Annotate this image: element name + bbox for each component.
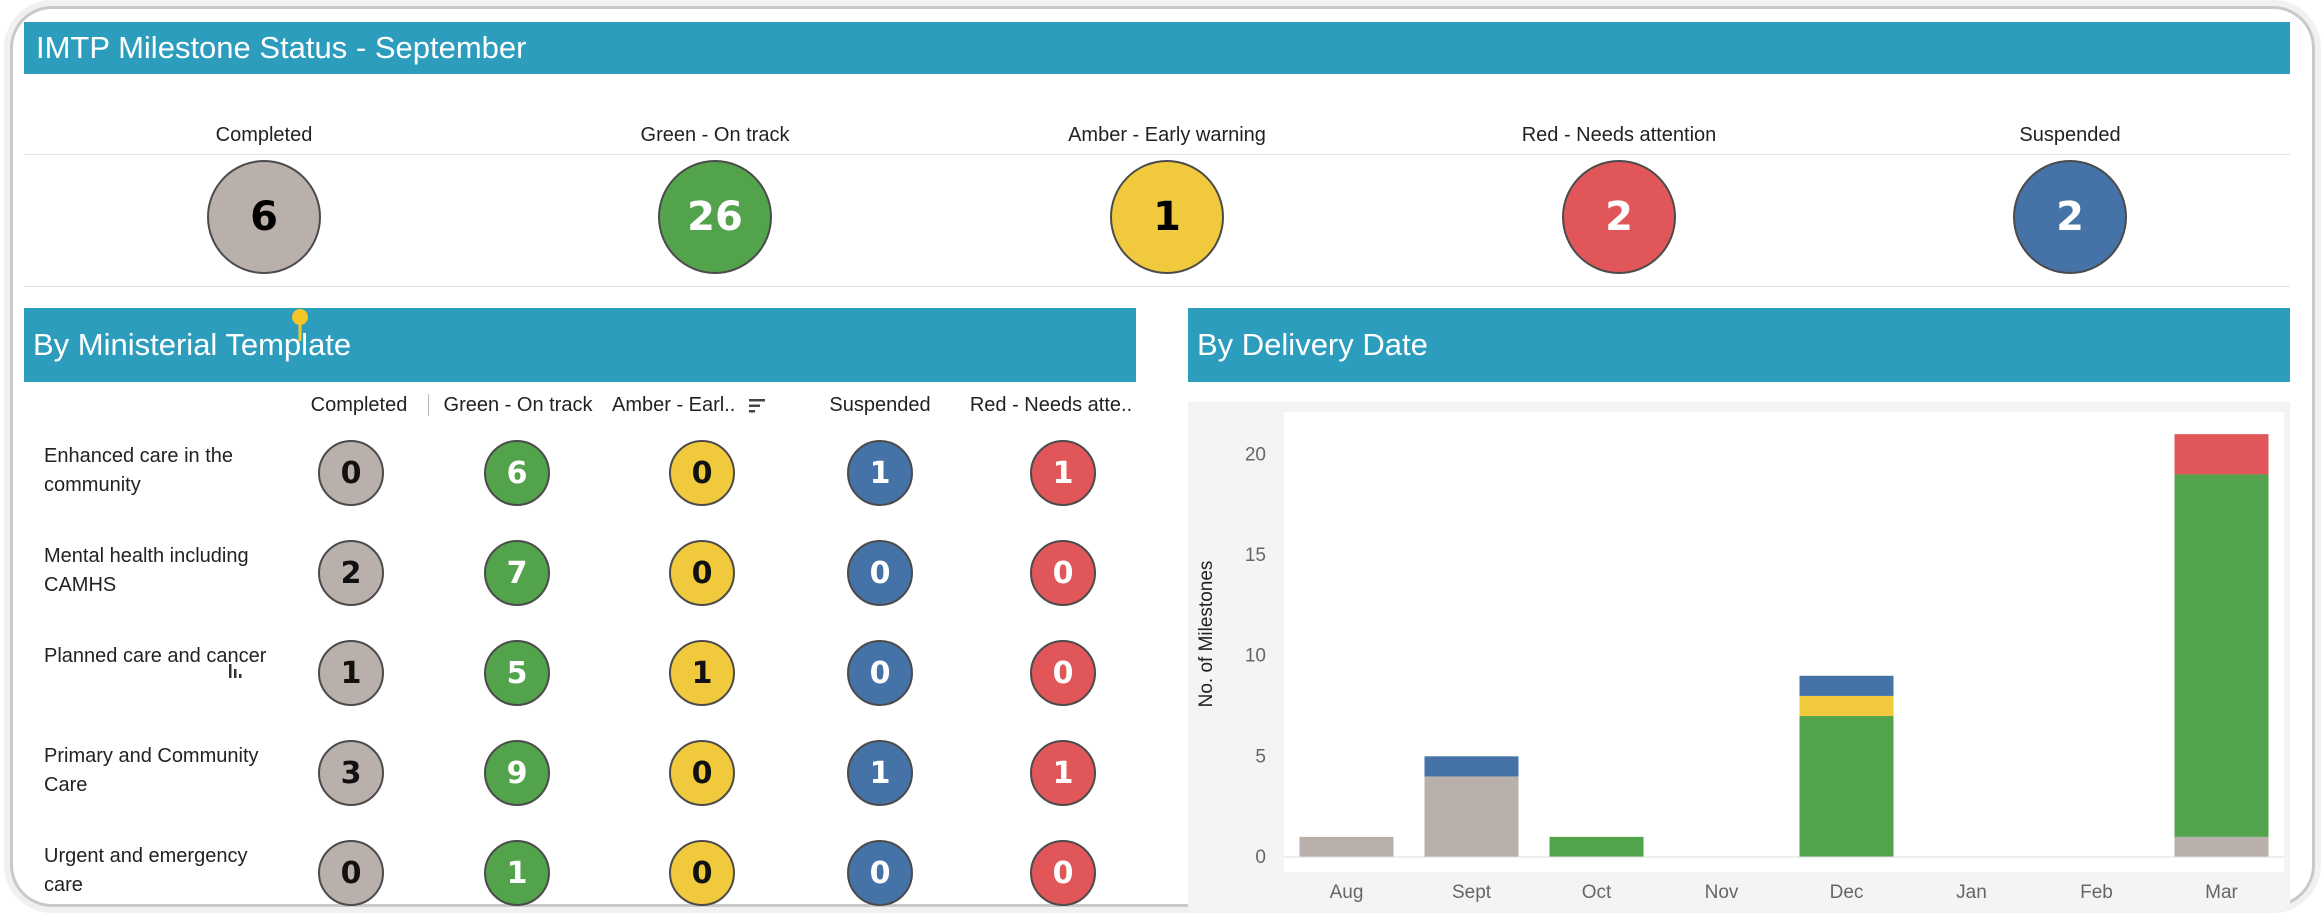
row-label-mental-health: Mental health including CAMHS bbox=[44, 545, 249, 596]
row-label-urgent-care: Urgent and emergency care bbox=[44, 845, 248, 896]
cell-completed[interactable]: 0 bbox=[318, 440, 384, 506]
kpi-amber[interactable]: Amber - Early warning 1 bbox=[1007, 118, 1327, 274]
cell-completed[interactable]: 2 bbox=[318, 540, 384, 606]
kpi-label: Green - On track bbox=[640, 124, 790, 146]
delivery-chart-svg: 0 5 10 15 20 Aug Sept Oct Nov Dec Jan Feb Mar No. o… bbox=[1196, 412, 2284, 903]
row-label-primary-care: Primary and Community Care bbox=[44, 745, 259, 796]
row-label-enhanced-care: Enhanced care in the community bbox=[44, 445, 234, 496]
cell-red[interactable]: 0 bbox=[1030, 840, 1096, 906]
y-tick-label: 5 bbox=[1255, 746, 1266, 767]
kpi-green[interactable]: Green - On track 26 bbox=[555, 118, 875, 274]
kpi-label: Red - Needs attention bbox=[1521, 124, 1717, 146]
cell-green[interactable]: 5 bbox=[484, 640, 550, 706]
bar-segment-sept[interactable] bbox=[1424, 756, 1519, 777]
cell-suspended[interactable]: 0 bbox=[847, 540, 913, 606]
sort-icon[interactable] bbox=[748, 398, 767, 414]
bar-segment-mar[interactable] bbox=[2174, 474, 2269, 837]
y-tick-label: 10 bbox=[1245, 646, 1266, 667]
kpi-green-value: 26 bbox=[658, 160, 772, 274]
cell-completed[interactable]: 0 bbox=[318, 840, 384, 906]
x-tick-label: Mar bbox=[2205, 882, 2238, 903]
x-tick-label: Jan bbox=[1956, 882, 1987, 903]
cell-completed[interactable]: 3 bbox=[318, 740, 384, 806]
x-tick-label: Feb bbox=[2080, 882, 2113, 903]
cell-amber[interactable]: 0 bbox=[669, 740, 735, 806]
y-axis-label: No. of Milestones bbox=[1196, 561, 1217, 708]
bar-segment-aug[interactable] bbox=[1299, 836, 1394, 857]
x-tick-label: Dec bbox=[1830, 882, 1864, 903]
column-header-amber[interactable]: Amber - Earl.. bbox=[612, 384, 765, 426]
cell-red[interactable]: 1 bbox=[1030, 740, 1096, 806]
column-header-green[interactable]: Green - On track bbox=[434, 384, 602, 426]
cell-green[interactable]: 6 bbox=[484, 440, 550, 506]
kpi-label: Amber - Early warning bbox=[1068, 124, 1266, 146]
column-separator bbox=[428, 394, 429, 416]
kpi-completed-value: 6 bbox=[207, 160, 321, 274]
kpi-suspended[interactable]: Suspended 2 bbox=[1910, 118, 2230, 274]
column-header-amber-label: Amber - Earl.. bbox=[612, 394, 736, 416]
kpi-red[interactable]: Red - Needs attention 2 bbox=[1459, 118, 1779, 274]
kpi-suspended-value: 2 bbox=[2013, 160, 2127, 274]
kpi-amber-value: 1 bbox=[1110, 160, 1224, 274]
kpi-label: Completed bbox=[215, 124, 313, 146]
cell-red[interactable]: 0 bbox=[1030, 540, 1096, 606]
kpi-row: Completed 6 Green - On track 26 Amber - … bbox=[24, 118, 2290, 288]
bar-segment-dec[interactable] bbox=[1799, 675, 1894, 696]
delivery-date-header: By Delivery Date bbox=[1188, 308, 2290, 382]
kpi-label: Suspended bbox=[2019, 124, 2121, 146]
x-tick-label: Oct bbox=[1582, 882, 1612, 903]
bar-segment-dec[interactable] bbox=[1799, 716, 1894, 857]
bar-segment-sept[interactable] bbox=[1424, 776, 1519, 857]
bar-segment-dec[interactable] bbox=[1799, 695, 1894, 717]
annotation-pin-icon[interactable] bbox=[290, 308, 310, 342]
column-header-suspended[interactable]: Suspended bbox=[810, 384, 950, 426]
x-tick-label: Sept bbox=[1452, 882, 1492, 903]
cell-green[interactable]: 7 bbox=[484, 540, 550, 606]
bar-segment-oct[interactable] bbox=[1549, 836, 1644, 857]
bar-segment-mar[interactable] bbox=[2174, 434, 2269, 475]
cell-amber[interactable]: 0 bbox=[669, 540, 735, 606]
y-tick-label: 20 bbox=[1245, 444, 1266, 465]
y-tick-label: 0 bbox=[1255, 847, 1266, 868]
kpi-divider bbox=[24, 286, 2290, 287]
cell-amber[interactable]: 0 bbox=[669, 840, 735, 906]
x-tick-label: Aug bbox=[1330, 882, 1364, 903]
dashboard-title: IMTP Milestone Status - September bbox=[24, 22, 2290, 74]
cell-green[interactable]: 9 bbox=[484, 740, 550, 806]
cell-amber[interactable]: 0 bbox=[669, 440, 735, 506]
cell-suspended[interactable]: 1 bbox=[847, 740, 913, 806]
cell-completed[interactable]: 1 bbox=[318, 640, 384, 706]
cell-suspended[interactable]: 0 bbox=[847, 640, 913, 706]
cell-amber[interactable]: 1 bbox=[669, 640, 735, 706]
cell-suspended[interactable]: 1 bbox=[847, 440, 913, 506]
cell-suspended[interactable]: 0 bbox=[847, 840, 913, 906]
column-header-red[interactable]: Red - Needs atte.. bbox=[968, 384, 1134, 426]
kpi-red-value: 2 bbox=[1562, 160, 1676, 274]
cell-red[interactable]: 0 bbox=[1030, 640, 1096, 706]
cell-red[interactable]: 1 bbox=[1030, 440, 1096, 506]
column-header-completed[interactable]: Completed bbox=[294, 384, 424, 426]
bar-chart-icon[interactable] bbox=[228, 662, 248, 680]
bar-segment-mar[interactable] bbox=[2174, 836, 2269, 857]
y-tick-label: 15 bbox=[1245, 545, 1266, 566]
kpi-completed[interactable]: Completed 6 bbox=[104, 118, 424, 274]
ministerial-table: Completed Green - On track Amber - Earl.… bbox=[24, 384, 1136, 906]
cell-green[interactable]: 1 bbox=[484, 840, 550, 906]
ministerial-template-header: By Ministerial Template bbox=[24, 308, 1136, 382]
delivery-date-chart: 0 5 10 15 20 Aug Sept Oct Nov Dec Jan Feb Mar No. o… bbox=[1188, 402, 2290, 911]
x-tick-label: Nov bbox=[1705, 882, 1739, 903]
